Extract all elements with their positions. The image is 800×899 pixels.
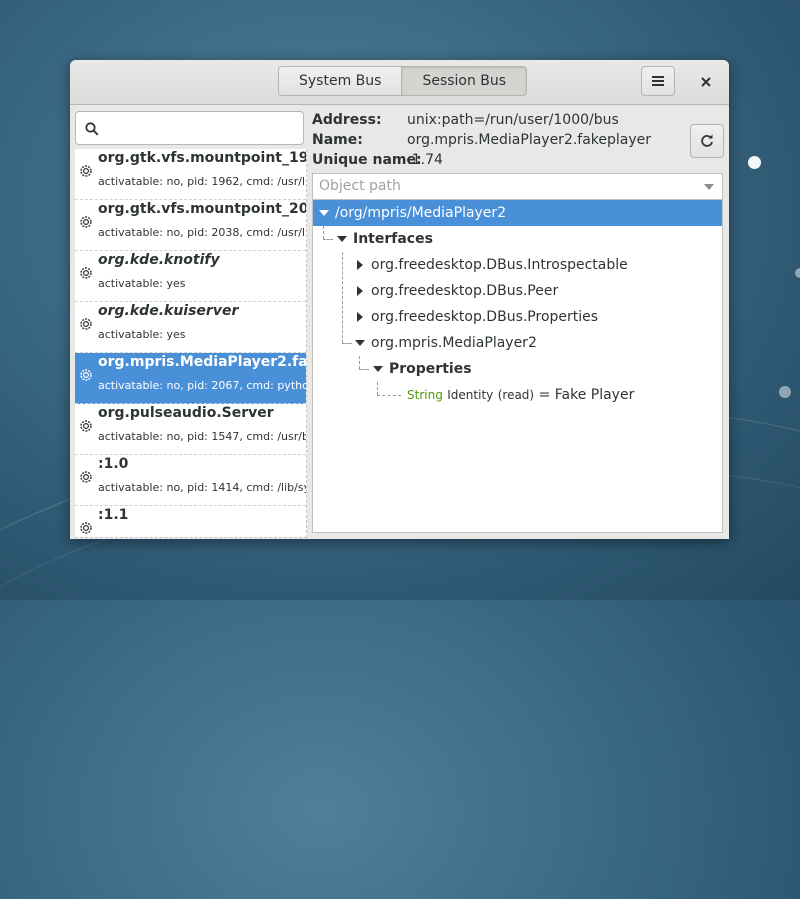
interface-node[interactable]: org.mpris.MediaPlayer2 xyxy=(313,330,722,356)
search-field[interactable] xyxy=(75,111,304,145)
property-node[interactable]: String Identity (read) = Fake Player xyxy=(313,382,722,408)
interface-label: org.freedesktop.DBus.Peer xyxy=(371,283,559,299)
gear-icon xyxy=(80,420,92,432)
bus-name: :1.1 xyxy=(98,507,129,523)
expander-open-icon xyxy=(373,366,383,372)
bus-name-item[interactable]: org.mpris.MediaPlayer2.fakeplayer activat… xyxy=(75,353,306,404)
gear-icon xyxy=(80,267,92,279)
gear-icon xyxy=(80,165,92,177)
wallpaper-dot xyxy=(795,268,800,278)
interface-node[interactable]: org.freedesktop.DBus.Peer xyxy=(313,278,722,304)
close-icon xyxy=(701,77,711,87)
dbus-inspector-window: System Bus Session Bus org.gtk.vfs.mount… xyxy=(70,60,729,539)
bus-name: :1.0 xyxy=(98,456,129,472)
name-value: org.mpris.MediaPlayer2.fakeplayer xyxy=(407,132,652,148)
tree-interfaces-node[interactable]: Interfaces xyxy=(313,226,722,252)
bus-name: org.gtk.vfs.mountpoint_2038 xyxy=(98,201,306,217)
bus-switcher: System Bus Session Bus xyxy=(278,66,528,96)
gear-icon xyxy=(80,369,92,381)
gear-icon xyxy=(80,522,92,534)
bus-name-list[interactable]: org.gtk.vfs.mountpoint_1962 activatable: … xyxy=(75,149,307,538)
header-bar: System Bus Session Bus xyxy=(70,60,729,105)
bus-name-info: activatable: no, pid: 2067, cmd: python3… xyxy=(98,379,306,392)
expander-closed-icon xyxy=(357,312,363,322)
bus-name-item[interactable]: org.kde.knotify activatable: yes xyxy=(75,251,306,302)
property-access: (read) xyxy=(497,388,535,402)
bus-name: org.mpris.MediaPlayer2.fakeplayer xyxy=(98,354,306,370)
bus-name: org.pulseaudio.Server xyxy=(98,405,274,421)
close-button[interactable] xyxy=(692,68,720,96)
unique-name-label: Unique name: xyxy=(312,152,422,168)
interface-node[interactable]: org.freedesktop.DBus.Properties xyxy=(313,304,722,330)
address-label: Address: xyxy=(312,112,382,128)
bus-name-info: activatable: yes xyxy=(98,328,186,341)
search-icon xyxy=(85,122,99,136)
interface-label: org.freedesktop.DBus.Properties xyxy=(371,309,599,325)
expander-closed-icon xyxy=(357,286,363,296)
bus-name-item[interactable]: :1.1 xyxy=(75,506,306,537)
gear-icon xyxy=(80,216,92,228)
chevron-down-icon xyxy=(704,184,714,190)
expander-open-icon xyxy=(355,340,365,346)
system-bus-tab[interactable]: System Bus xyxy=(278,66,403,96)
wallpaper-dot xyxy=(748,156,761,169)
refresh-button[interactable] xyxy=(690,124,724,158)
property-type: String xyxy=(407,388,443,402)
bus-name-item[interactable]: org.kde.kuiserver activatable: yes xyxy=(75,302,306,353)
bus-name-info: activatable: no, pid: 2038, cmd: /usr/li… xyxy=(98,226,306,239)
refresh-icon xyxy=(701,134,713,147)
unique-name-value: :1.74 xyxy=(407,152,443,168)
bus-name: org.kde.knotify xyxy=(98,252,220,268)
search-input[interactable] xyxy=(106,116,300,142)
property-name: Identity xyxy=(447,388,494,402)
property-row: String Identity (read) = Fake Player xyxy=(407,382,634,408)
wallpaper-dot xyxy=(779,386,791,398)
expander-closed-icon xyxy=(357,260,363,270)
bus-name-item[interactable]: :1.0 activatable: no, pid: 1414, cmd: /li… xyxy=(75,455,306,506)
interface-label: org.mpris.MediaPlayer2 xyxy=(371,335,537,351)
bus-name-info: activatable: no, pid: 1414, cmd: /lib/sy… xyxy=(98,481,306,494)
bus-name: org.gtk.vfs.mountpoint_1962 xyxy=(98,150,306,166)
bus-name-info: activatable: no, pid: 1962, cmd: /usr/li… xyxy=(98,175,306,188)
object-path-combo[interactable]: Object path xyxy=(312,173,723,199)
bus-name-info: activatable: yes xyxy=(98,277,186,290)
gear-icon xyxy=(80,318,92,330)
menu-button[interactable] xyxy=(641,66,675,96)
tree-properties-node[interactable]: Properties xyxy=(313,356,722,382)
session-bus-tab[interactable]: Session Bus xyxy=(402,66,528,96)
bus-name-item[interactable]: org.gtk.vfs.mountpoint_2038 activatable: … xyxy=(75,200,306,251)
hamburger-menu-icon xyxy=(652,76,664,86)
names-pane: org.gtk.vfs.mountpoint_1962 activatable: … xyxy=(74,104,307,539)
expander-open-icon xyxy=(337,236,347,242)
properties-label: Properties xyxy=(389,361,472,377)
bus-name: org.kde.kuiserver xyxy=(98,303,239,319)
property-value: = Fake Player xyxy=(538,387,635,403)
root-path-label: /org/mpris/MediaPlayer2 xyxy=(335,205,507,221)
bus-name-item[interactable]: org.gtk.vfs.mountpoint_1962 activatable: … xyxy=(75,149,306,200)
gear-icon xyxy=(80,471,92,483)
object-tree: /org/mpris/MediaPlayer2 Interfaces org.f… xyxy=(312,199,723,533)
object-path-placeholder: Object path xyxy=(319,178,401,194)
interface-label: org.freedesktop.DBus.Introspectable xyxy=(371,257,628,273)
tree-root-node[interactable]: /org/mpris/MediaPlayer2 xyxy=(313,200,722,226)
bus-name-item[interactable]: org.pulseaudio.Server activatable: no, pi… xyxy=(75,404,306,455)
bus-name-info: activatable: no, pid: 1547, cmd: /usr/bi… xyxy=(98,430,306,443)
interfaces-label: Interfaces xyxy=(353,231,433,247)
name-label: Name: xyxy=(312,132,363,148)
interface-node[interactable]: org.freedesktop.DBus.Introspectable xyxy=(313,252,722,278)
details-pane: Address: unix:path=/run/user/1000/bus Na… xyxy=(312,104,729,539)
expander-open-icon xyxy=(319,210,329,216)
address-value: unix:path=/run/user/1000/bus xyxy=(407,112,619,128)
